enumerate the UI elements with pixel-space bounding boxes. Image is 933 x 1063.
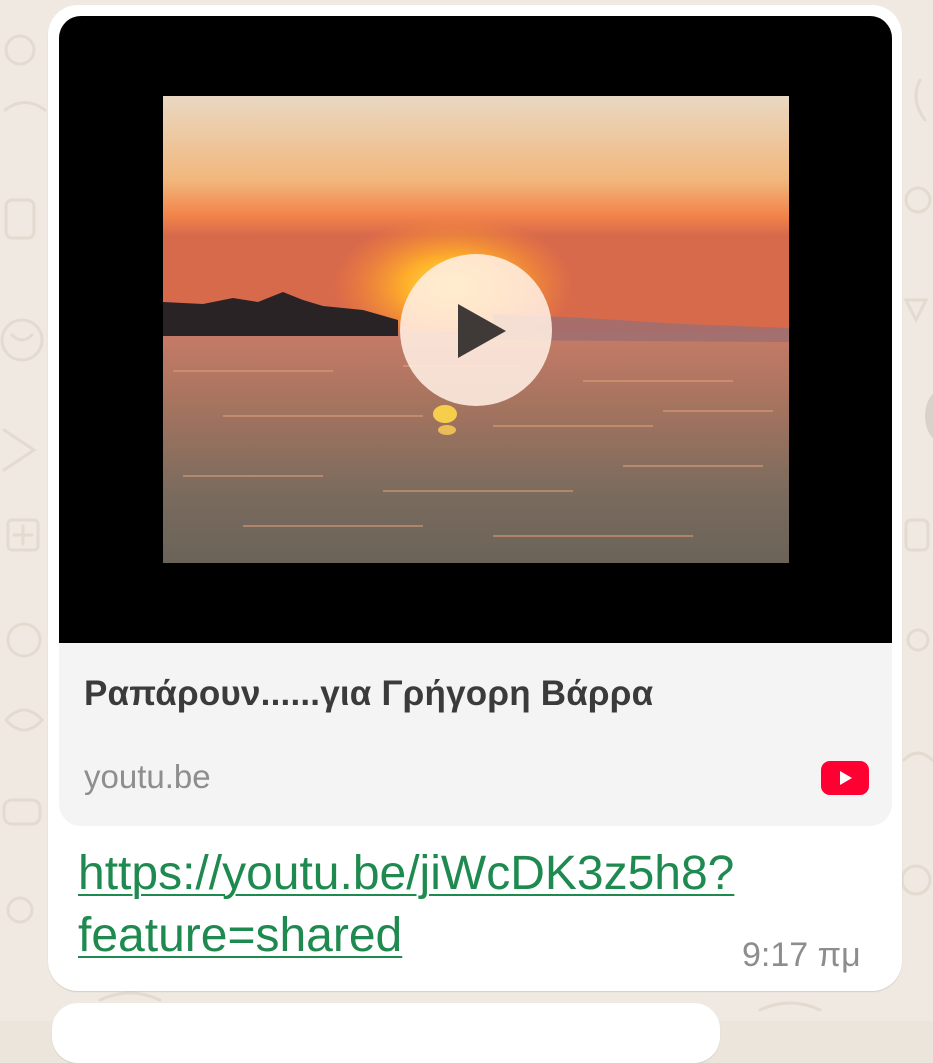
next-message-bubble <box>52 1003 720 1063</box>
message-link-line1[interactable]: https://youtu.be/jiWcDK3z5h8? <box>78 847 734 900</box>
video-thumbnail[interactable] <box>59 16 892 643</box>
message-link[interactable]: https://youtu.be/jiWcDK3z5h8? feature=sh… <box>78 843 818 967</box>
youtube-icon <box>821 761 869 795</box>
link-preview-title: Ραπάρουν......για Γρήγορη Βάρρα <box>84 674 654 713</box>
link-preview-card[interactable]: Ραπάρουν......για Γρήγορη Βάρρα youtu.be <box>59 16 892 826</box>
message-timestamp: 9:17 πμ <box>742 936 861 974</box>
play-icon <box>458 304 506 358</box>
link-preview-domain: youtu.be <box>84 758 211 795</box>
play-button[interactable] <box>400 254 552 406</box>
message-link-line2[interactable]: feature=shared <box>78 909 402 962</box>
